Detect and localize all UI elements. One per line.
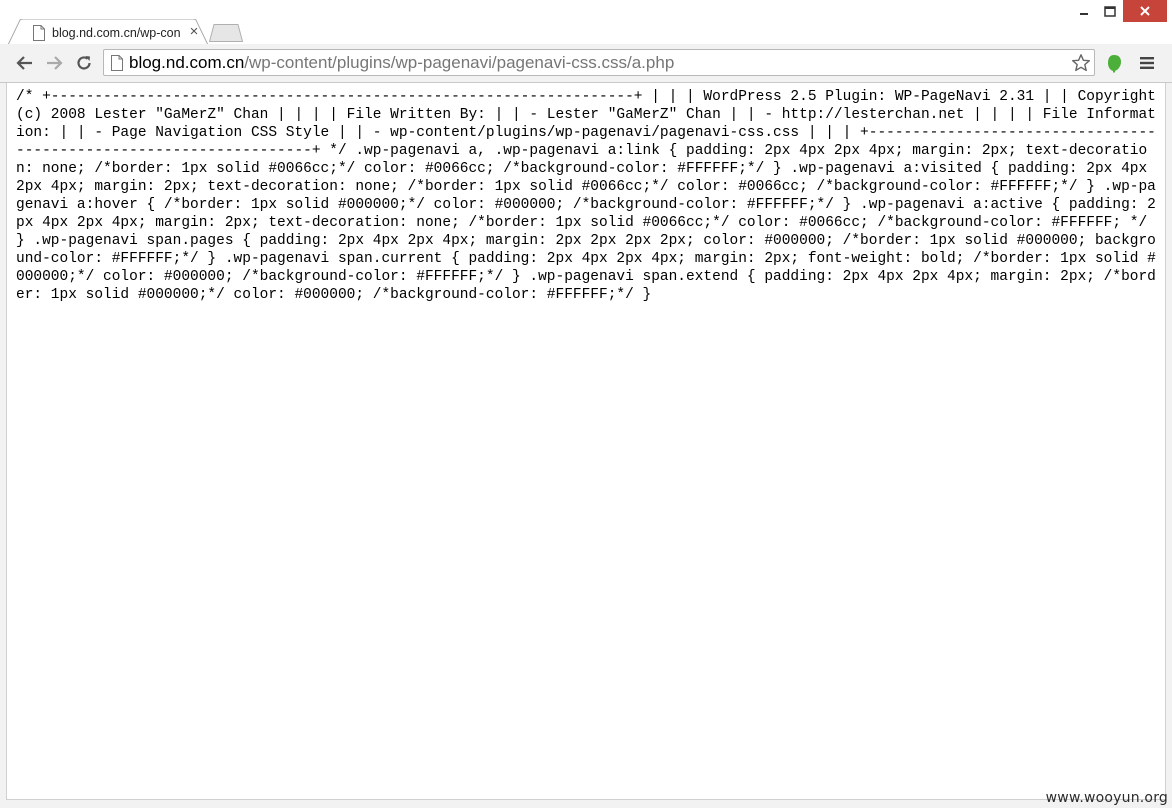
tab-close-icon[interactable]: × xyxy=(187,24,201,40)
evernote-icon[interactable] xyxy=(1103,52,1125,74)
tab-title: blog.nd.com.cn/wp-con xyxy=(52,26,181,40)
new-tab-button[interactable] xyxy=(208,24,244,42)
css-source-text: /* +------------------------------------… xyxy=(16,89,1156,303)
url-host: blog.nd.com.cn xyxy=(129,53,245,72)
reload-icon[interactable] xyxy=(73,52,95,74)
address-bar[interactable]: blog.nd.com.cn/wp-content/plugins/wp-pag… xyxy=(103,49,1095,76)
url-text[interactable]: blog.nd.com.cn/wp-content/plugins/wp-pag… xyxy=(129,53,674,73)
tab-strip: blog.nd.com.cn/wp-con × xyxy=(0,0,1172,45)
close-icon[interactable] xyxy=(1123,0,1167,22)
page-icon xyxy=(32,25,46,41)
browser-window: blog.nd.com.cn/wp-con × blog.nd.com.cn/w… xyxy=(0,0,1172,808)
page-content: /* +------------------------------------… xyxy=(6,83,1166,800)
star-icon[interactable] xyxy=(1070,52,1092,74)
tab-active[interactable]: blog.nd.com.cn/wp-con × xyxy=(8,19,208,45)
watermark: www.wooyun.org xyxy=(1045,790,1168,806)
browser-toolbar: blog.nd.com.cn/wp-content/plugins/wp-pag… xyxy=(0,44,1172,83)
minimize-icon[interactable] xyxy=(1071,0,1097,22)
url-path: /wp-content/plugins/wp-pagenavi/pagenavi… xyxy=(244,53,675,72)
back-arrow-icon[interactable] xyxy=(14,52,36,74)
page-icon xyxy=(110,55,124,71)
hamburger-menu-icon[interactable] xyxy=(1136,52,1158,74)
forward-arrow-icon[interactable] xyxy=(43,52,65,74)
maximize-icon[interactable] xyxy=(1097,0,1123,22)
